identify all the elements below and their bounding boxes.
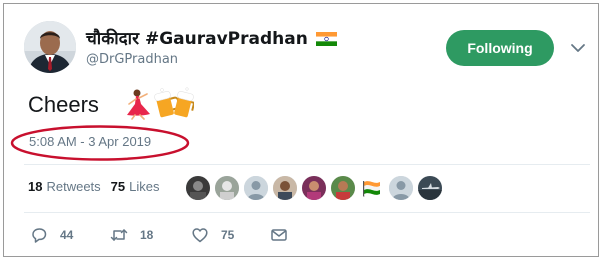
liker-avatar-flag-icon[interactable] [360,176,384,200]
default-avatar-icon[interactable] [244,176,268,200]
retweet-button[interactable]: 18 [110,226,153,244]
liker-avatar-plane[interactable] [418,176,442,200]
tweet-actions: 44 18 75 [30,226,330,248]
default-avatar-icon[interactable] [389,176,413,200]
liker-avatar[interactable] [331,176,355,200]
retweet-icon [110,229,128,241]
likes-stat[interactable]: 75 Likes [111,179,160,194]
liker-avatar[interactable] [302,176,326,200]
retweets-stat[interactable]: 18 Retweets [28,179,101,194]
author-name-row: चौकीदार #GauravPradhan [86,26,337,49]
author-display-name[interactable]: चौकीदार #GauravPradhan [86,26,308,49]
reply-button[interactable]: 44 [30,226,73,244]
following-button[interactable]: Following [446,30,554,66]
author-avatar[interactable] [24,21,76,73]
heart-icon [192,228,208,243]
envelope-icon [271,229,287,241]
author-handle[interactable]: @DrGPradhan [86,52,178,67]
retweets-count: 18 [28,179,43,194]
reply-count: 44 [60,228,74,242]
divider [24,164,590,165]
liker-avatar[interactable] [273,176,297,200]
divider [24,212,590,213]
beer-mugs-emoji [154,87,194,118]
india-flag-icon [315,31,337,46]
retweet-count: 18 [140,228,154,242]
liker-avatars [186,176,447,200]
direct-message-button[interactable] [270,226,288,244]
tweet-text: Cheers [28,92,99,117]
likes-label: Likes [129,179,160,194]
like-count: 75 [221,228,235,242]
reply-icon [32,228,47,243]
likes-count: 75 [110,179,126,194]
red-highlight-ellipse [10,125,190,161]
liker-avatar[interactable] [215,176,239,200]
like-button[interactable]: 75 [191,226,234,244]
liker-avatar[interactable] [186,176,210,200]
dancer-emoji [127,89,150,120]
tweet-card: चौकीदार #GauravPradhan @DrGPradhan Follo… [3,3,599,257]
engagement-stats: 18 Retweets 75 Likes [28,179,160,194]
retweets-label: Retweets [46,179,101,194]
chevron-down-icon[interactable] [570,42,586,54]
